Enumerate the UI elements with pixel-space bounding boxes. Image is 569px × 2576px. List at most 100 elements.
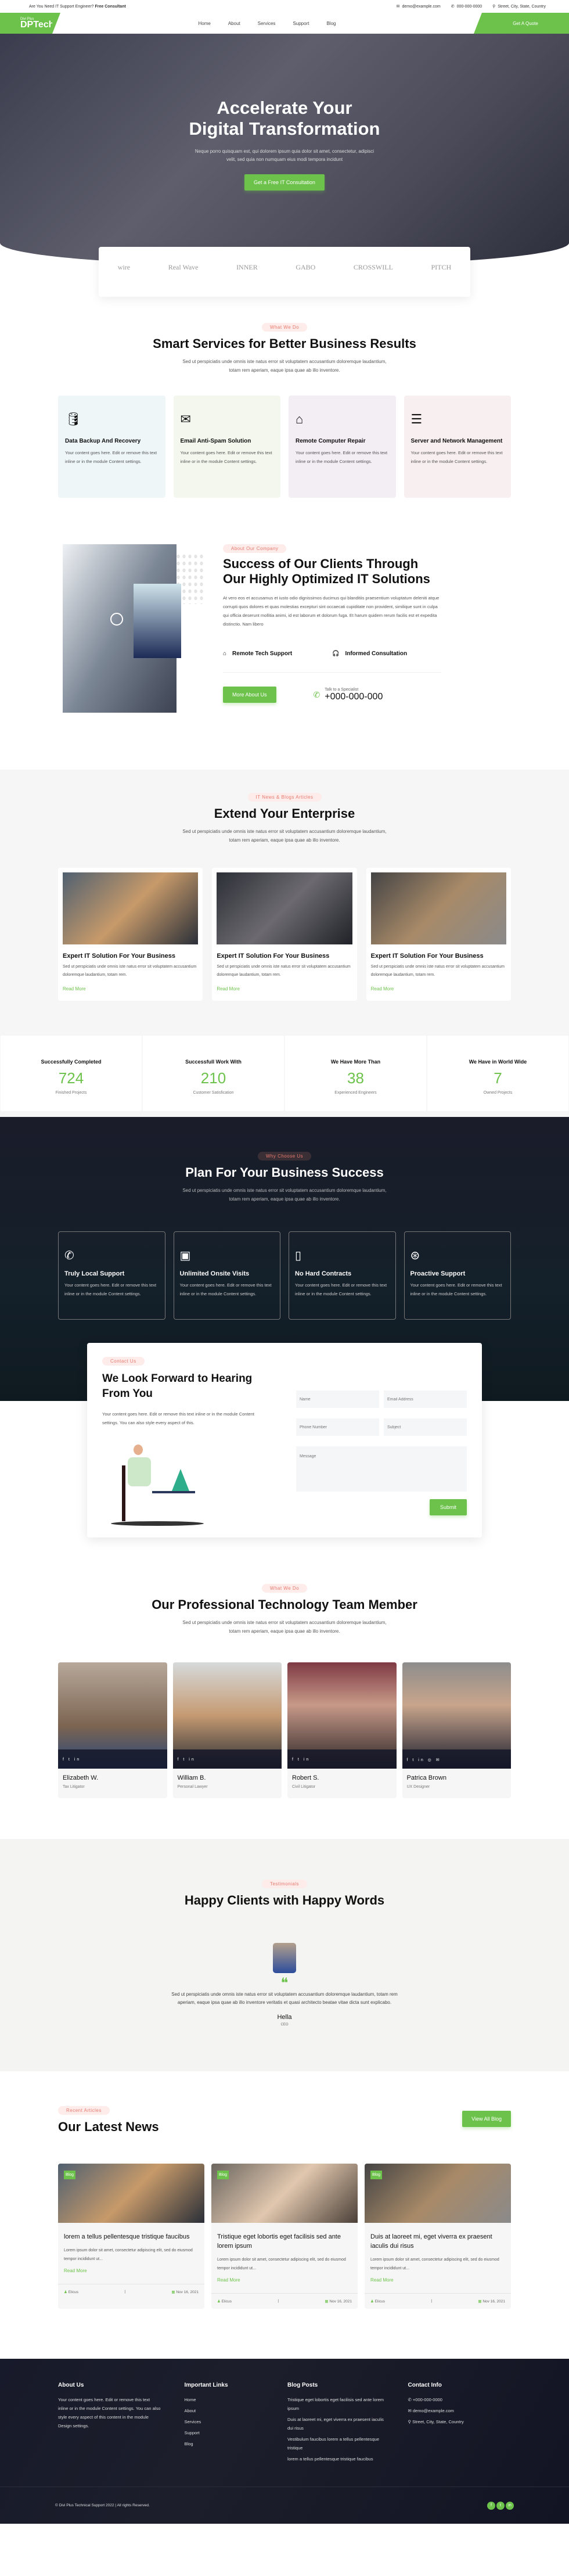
phone-number[interactable]: +000-000-000 — [325, 692, 383, 702]
get-quote-button[interactable]: Get A Quote — [474, 13, 569, 34]
calendar-icon: ▦ — [478, 2300, 482, 2304]
service-text: Your content goes here. Edit or remove t… — [65, 450, 157, 464]
footer-link[interactable]: Services — [185, 2417, 288, 2426]
topbar-cta[interactable]: Free Consultant — [95, 5, 126, 9]
footer-blog-link[interactable]: lorem a tellus pellentesque tristique fa… — [287, 2455, 391, 2463]
topbar-phone[interactable]: 000-000-0000 — [457, 5, 482, 9]
read-more-link[interactable]: Read More — [63, 986, 198, 991]
member-role: UX Designer — [406, 1785, 430, 1789]
footer-blog-link[interactable]: Vestibulum faucibus lorem a tellus pelle… — [287, 2435, 391, 2452]
footer-phone[interactable]: +000-000-0000 — [413, 2397, 442, 2402]
nav-home[interactable]: Home — [199, 21, 211, 26]
subject-field[interactable] — [384, 1418, 467, 1436]
calendar-icon: ▦ — [171, 2290, 175, 2294]
service-card[interactable]: ✉ Email Anti-Spam Solution Your content … — [173, 396, 280, 498]
social-links[interactable]: f t in — [58, 1749, 167, 1769]
footer-blog-link[interactable]: Tristique eget lobortis eget facilisis s… — [287, 2395, 391, 2413]
topbar-email[interactable]: demo@example.com — [402, 5, 440, 9]
about-section: About Our Company Success of Our Clients… — [58, 544, 511, 724]
view-all-blog-button[interactable]: View All Blog — [462, 2111, 511, 2127]
stat-value: 210 — [200, 1069, 226, 1087]
service-card[interactable]: ☰ Server and Network Management Your con… — [404, 396, 511, 498]
social-links[interactable]: f t in ◎ ✉ — [402, 1749, 511, 1769]
footer-email[interactable]: demo@example.com — [413, 2408, 454, 2413]
email-field[interactable] — [384, 1391, 467, 1408]
user-icon: ♟ — [217, 2300, 221, 2304]
category-badge[interactable]: Blog — [370, 2171, 383, 2179]
team-card[interactable]: f t in William B. Personal Lawyer — [172, 1662, 282, 1798]
stat-value: 724 — [58, 1069, 84, 1087]
footer-blog-link[interactable]: Duis at laoreet mi, eget viverra ex prae… — [287, 2415, 391, 2433]
phone-field[interactable] — [296, 1418, 379, 1436]
read-more-link[interactable]: Read More — [58, 2264, 204, 2284]
article-card[interactable]: Expert IT Solution For Your Business Sed … — [366, 868, 511, 1001]
nav-services[interactable]: Services — [258, 21, 276, 26]
message-field[interactable] — [296, 1446, 467, 1492]
read-more-link[interactable]: Read More — [371, 986, 506, 991]
team-card[interactable]: f t in Elizabeth W. Tax Litigator — [58, 1662, 167, 1798]
feature-title: Proactive Support — [410, 1270, 466, 1277]
news-title[interactable]: Tristique eget lobortis eget facilisis s… — [211, 2223, 358, 2251]
read-more-link[interactable]: Read More — [217, 986, 352, 991]
news-title[interactable]: Duis at laoreet mi, eget viverra ex prae… — [365, 2223, 511, 2251]
logo-text: DPTech — [20, 20, 55, 30]
author[interactable]: Elicus — [222, 2300, 232, 2304]
article-card[interactable]: Expert IT Solution For Your Business Sed … — [58, 868, 203, 1001]
more-about-button[interactable]: More About Us — [223, 687, 276, 703]
read-more-link[interactable]: Read More — [365, 2273, 511, 2293]
submit-button[interactable]: Submit — [429, 1499, 467, 1515]
news-title[interactable]: lorem a tellus pellentesque tristique fa… — [58, 2223, 204, 2241]
section-tag: Contact Us — [102, 1357, 145, 1366]
play-video-button[interactable] — [110, 613, 123, 626]
article-card[interactable]: Expert IT Solution For Your Business Sed … — [212, 868, 357, 1001]
topbar-address: Street, City, State, Country — [498, 5, 546, 9]
news-card[interactable]: Blog lorem a tellus pellentesque tristiqu… — [58, 2164, 204, 2309]
name-field[interactable] — [296, 1391, 379, 1408]
remote-support-icon: ⌂ — [223, 651, 227, 657]
service-card[interactable]: 🛢 Data Backup And Recovery Your content … — [58, 396, 165, 498]
footer: About Us Your content goes here. Edit or … — [0, 2359, 569, 2524]
feature-text: Your content goes here. Edit or remove t… — [64, 1282, 157, 1296]
stat-item: We Have in World Wide 7 Owned Projects — [427, 1036, 568, 1111]
footer-link[interactable]: About — [185, 2406, 288, 2415]
feature-consultation: 🎧 Informed Consultation — [332, 651, 441, 657]
footer-link[interactable]: Home — [185, 2395, 288, 2404]
team-card[interactable]: f t in Robert S. Civil Litigator — [287, 1662, 397, 1798]
news-card[interactable]: Blog Tristique eget lobortis eget facilis… — [211, 2164, 358, 2309]
date: Nov 16, 2021 — [482, 2300, 505, 2304]
stat-title: Successfully Completed — [41, 1059, 102, 1065]
category-badge[interactable]: Blog — [217, 2171, 229, 2179]
nav-blog[interactable]: Blog — [326, 21, 336, 26]
service-title: Data Backup And Recovery — [65, 438, 141, 444]
author[interactable]: Elicus — [375, 2300, 385, 2304]
testimonial-text: Sed ut perspiciatis unde omnis iste natu… — [171, 1992, 398, 2005]
service-title: Email Anti-Spam Solution — [180, 438, 251, 444]
news-card[interactable]: Blog Duis at laoreet mi, eget viverra ex … — [365, 2164, 511, 2309]
facebook-icon[interactable]: f — [487, 2501, 495, 2510]
team-card[interactable]: f t in ◎ ✉ Patrica Brown UX Designer — [402, 1662, 511, 1798]
partner-logo: Real Wave — [168, 263, 199, 271]
partner-logo: INNER — [236, 263, 258, 271]
calendar-icon: ▦ — [325, 2300, 329, 2304]
logo[interactable]: Divi Plus DPTech — [0, 13, 60, 34]
category-badge[interactable]: Blog — [64, 2171, 76, 2179]
section-title: Plan For Your Business Success — [185, 1165, 384, 1180]
article-text: Sed ut perspiciatis unde omnis iste natu… — [370, 965, 505, 977]
contact-text: Your content goes here. Edit or remove t… — [102, 1411, 254, 1425]
twitter-icon[interactable]: t — [496, 2501, 505, 2510]
footer-link[interactable]: Blog — [185, 2440, 288, 2448]
contact-form: Submit — [296, 1357, 467, 1524]
read-more-link[interactable]: Read More — [211, 2273, 358, 2293]
nav-about[interactable]: About — [228, 21, 240, 26]
social-links[interactable]: f t in — [172, 1749, 282, 1769]
free-consultation-button[interactable]: Get a Free IT Consultation — [244, 174, 325, 191]
footer-link[interactable]: Support — [185, 2428, 288, 2437]
service-card[interactable]: ⌂ Remote Computer Repair Your content go… — [289, 396, 396, 498]
author[interactable]: Elicus — [69, 2290, 78, 2294]
stat-item: Successfully Completed 724 Finished Projec… — [1, 1036, 142, 1111]
nav-support[interactable]: Support — [293, 21, 309, 26]
linkedin-icon[interactable]: in — [506, 2501, 514, 2510]
user-icon: ♟ — [370, 2300, 374, 2304]
social-links[interactable]: f t in — [287, 1749, 397, 1769]
footer-heading: About Us — [58, 2382, 84, 2388]
